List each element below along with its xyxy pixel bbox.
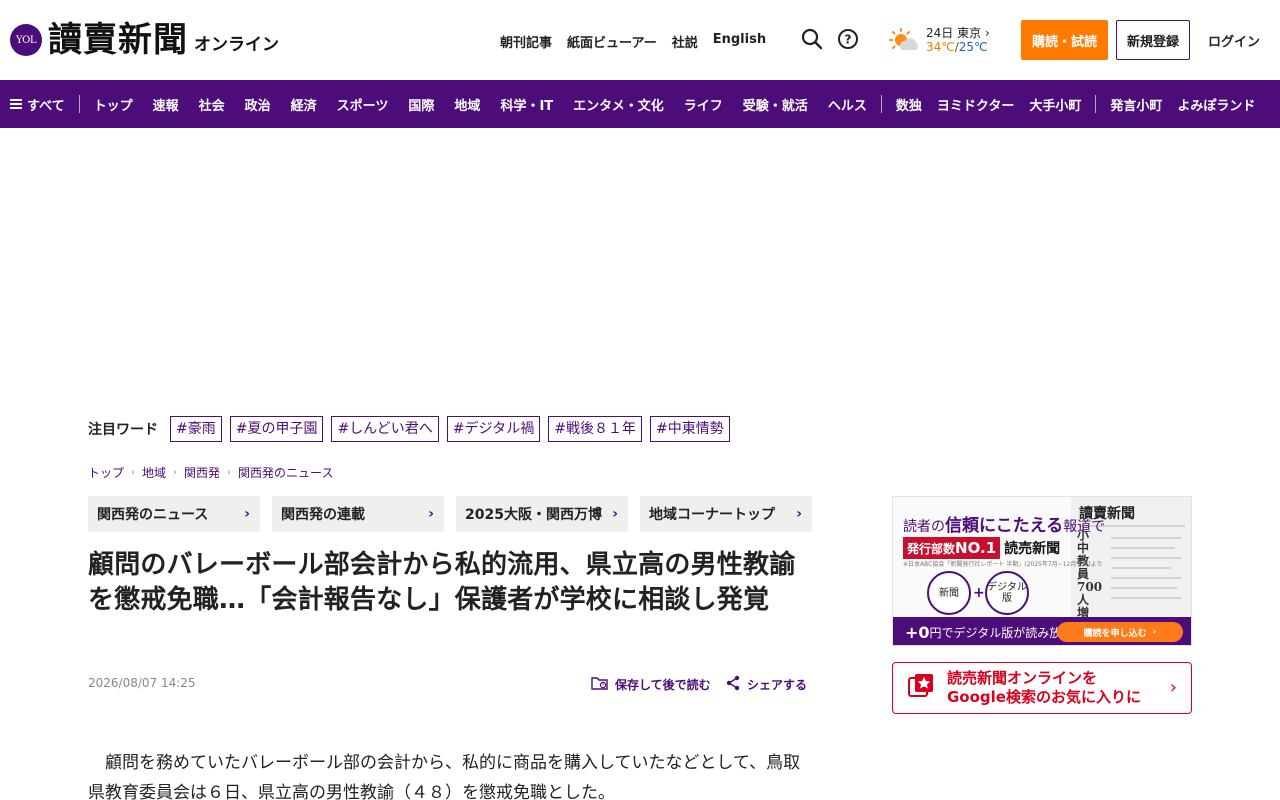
category-local-top[interactable]: 地域コーナートップ › (640, 496, 812, 532)
nav-divider (78, 95, 80, 113)
breadcrumb-kansai[interactable]: 関西発 (184, 464, 220, 481)
nav-all[interactable]: すべて (10, 95, 65, 114)
promo-apply-button[interactable]: 購読を申し込む › (1057, 622, 1183, 642)
chevron-right-icon: › (173, 467, 178, 478)
nav-sports[interactable]: スポーツ (337, 95, 389, 114)
share-icon (725, 675, 747, 694)
nav-otekomachi[interactable]: 大手小町 (1029, 95, 1081, 114)
save-for-later-button[interactable]: 保存して後で読む (591, 675, 711, 694)
menu-icon (10, 99, 22, 109)
breadcrumb-local[interactable]: 地域 (142, 464, 166, 481)
nav-sudoku[interactable]: 数独 (896, 95, 922, 114)
chevron-right-icon: › (612, 506, 618, 522)
google-star-icon (907, 672, 935, 704)
nav-economy[interactable]: 経済 (291, 95, 317, 114)
weather-temps: 34℃/25℃ (926, 40, 988, 54)
chevron-right-icon: › (796, 506, 802, 522)
hot-word-tag[interactable]: #豪雨 (170, 416, 222, 442)
newspaper-headline: 小中教員700人増 (1077, 528, 1103, 620)
nav-local[interactable]: 地域 (454, 95, 480, 114)
breadcrumb-kansai-news[interactable]: 関西発のニュース (238, 464, 333, 481)
link-morning-edition[interactable]: 朝刊記事 (500, 32, 552, 51)
chevron-right-icon: › (131, 467, 136, 478)
promo-badge: 発行部数NO.1 読売新聞 (903, 537, 1060, 559)
nav-politics[interactable]: 政治 (245, 95, 271, 114)
chevron-right-icon: › (227, 467, 232, 478)
nav-hatsugenkomachi[interactable]: 発言小町 (1110, 95, 1162, 114)
article-datetime: 2026/08/07 14:25 (88, 676, 196, 690)
hot-words: 注目ワード #豪雨 #夏の甲子園 #しんどい君へ #デジタル禍 #戦後８１年 #… (88, 416, 738, 442)
nav-yomipoland[interactable]: よみぽランド (1177, 95, 1255, 114)
article-title: 顧問のバレーボール部会計から私的流用、県立高の男性教諭を懲戒免職…「会計報告なし… (88, 550, 796, 615)
hot-word-tag[interactable]: #しんどい君へ (331, 416, 439, 442)
google-favorites-text: 読売新聞オンラインを Google検索のお気に入りに (947, 669, 1141, 706)
breadcrumb-top[interactable]: トップ (88, 464, 124, 481)
site-header: YOL 讀賣新聞 オンライン 朝刊記事 紙面ビューアー 社説 English ? (0, 0, 1280, 80)
link-editorial[interactable]: 社説 (672, 32, 698, 51)
temp-high: 34℃ (926, 40, 955, 54)
chevron-right-icon: › (1169, 677, 1177, 698)
header-links: 朝刊記事 紙面ビューアー 社説 English (500, 32, 766, 51)
nav-divider (880, 95, 882, 113)
link-english[interactable]: English (713, 32, 766, 51)
nav-yomidoctor[interactable]: ヨミドクター (937, 95, 1014, 114)
category-kansai-news[interactable]: 関西発のニュース › (88, 496, 260, 532)
main-nav: すべて トップ 速報 社会 政治 経済 スポーツ 国際 地域 科学・IT エンタ… (0, 80, 1280, 128)
register-button[interactable]: 新規登録 (1116, 20, 1190, 60)
google-favorites-link[interactable]: 読売新聞オンラインを Google検索のお気に入りに › (892, 662, 1192, 714)
weather-date: 24日 東京 › (926, 26, 990, 40)
weather-city: 東京 (957, 26, 982, 40)
nav-entertainment[interactable]: エンタメ・文化 (573, 95, 664, 114)
article-body: 顧問を務めていたバレーボール部の会計から、私的に商品を購入していたなどとして、鳥… (88, 753, 801, 800)
nav-breaking[interactable]: 速報 (153, 95, 179, 114)
subscription-promo-banner[interactable]: 讀賣新聞 小中教員700人増 読者の信頼にこたえる報道で 発行部数NO.1 読売… (892, 496, 1192, 646)
category-expo[interactable]: 2025大阪・関西万博 › (456, 496, 628, 532)
breadcrumb: トップ › 地域 › 関西発 › 関西発のニュース (88, 464, 333, 481)
hot-word-tag[interactable]: #デジタル禍 (446, 416, 541, 442)
promo-newspaper-circle: 新聞 (927, 571, 971, 615)
sun-cloud-icon (888, 28, 920, 58)
nav-top[interactable]: トップ (94, 95, 133, 114)
nav-health[interactable]: ヘルス (828, 95, 867, 114)
yol-logo-mark: YOL (10, 24, 42, 56)
chevron-right-icon: › (244, 506, 250, 522)
promo-digital-circle: デジタル版 (985, 571, 1029, 615)
promo-headline: 読者の信頼にこたえる報道で (903, 516, 1106, 536)
nav-world[interactable]: 国際 (408, 95, 434, 114)
nav-divider (1095, 95, 1097, 113)
nav-science-it[interactable]: 科学・IT (500, 95, 553, 114)
nav-society[interactable]: 社会 (199, 95, 225, 114)
folder-icon (591, 675, 615, 694)
temp-low: 25℃ (958, 40, 988, 54)
hot-word-tag[interactable]: #中東情勢 (649, 416, 730, 442)
chevron-right-icon: › (984, 26, 990, 40)
category-links: 関西発のニュース › 関西発の連載 › 2025大阪・関西万博 › 地域コーナートップ… (88, 496, 812, 532)
category-kansai-series[interactable]: 関西発の連載 › (272, 496, 444, 532)
nav-exams-jobs[interactable]: 受験・就活 (743, 95, 808, 114)
help-icon[interactable]: ? (837, 28, 859, 50)
search-icon[interactable] (801, 28, 823, 50)
logo-wordmark: 讀賣新聞 (48, 20, 188, 60)
site-logo[interactable]: YOL 讀賣新聞 オンライン (10, 22, 279, 58)
promo-footnote: ※日本ABC協会「新聞発行社レポート 半期」(2025年7月~12月平均)より (903, 561, 1103, 568)
logo-subtitle: オンライン (194, 34, 279, 55)
chevron-right-icon: › (1152, 627, 1157, 637)
weather-widget[interactable]: 24日 東京 › 34℃/25℃ (888, 24, 998, 58)
plus-icon: + (973, 585, 985, 601)
login-button[interactable]: ログイン (1200, 31, 1268, 50)
link-paper-viewer[interactable]: 紙面ビューアー (567, 32, 657, 51)
hot-word-tag[interactable]: #夏の甲子園 (229, 416, 324, 442)
hot-words-label: 注目ワード (88, 422, 158, 438)
subscribe-button[interactable]: 購読・試読 (1021, 20, 1108, 60)
nav-life[interactable]: ライフ (684, 95, 723, 114)
chevron-right-icon: › (428, 506, 434, 522)
share-button[interactable]: シェアする (725, 675, 807, 694)
svg-text:?: ? (845, 33, 852, 47)
hot-word-tag[interactable]: #戦後８１年 (548, 416, 642, 442)
